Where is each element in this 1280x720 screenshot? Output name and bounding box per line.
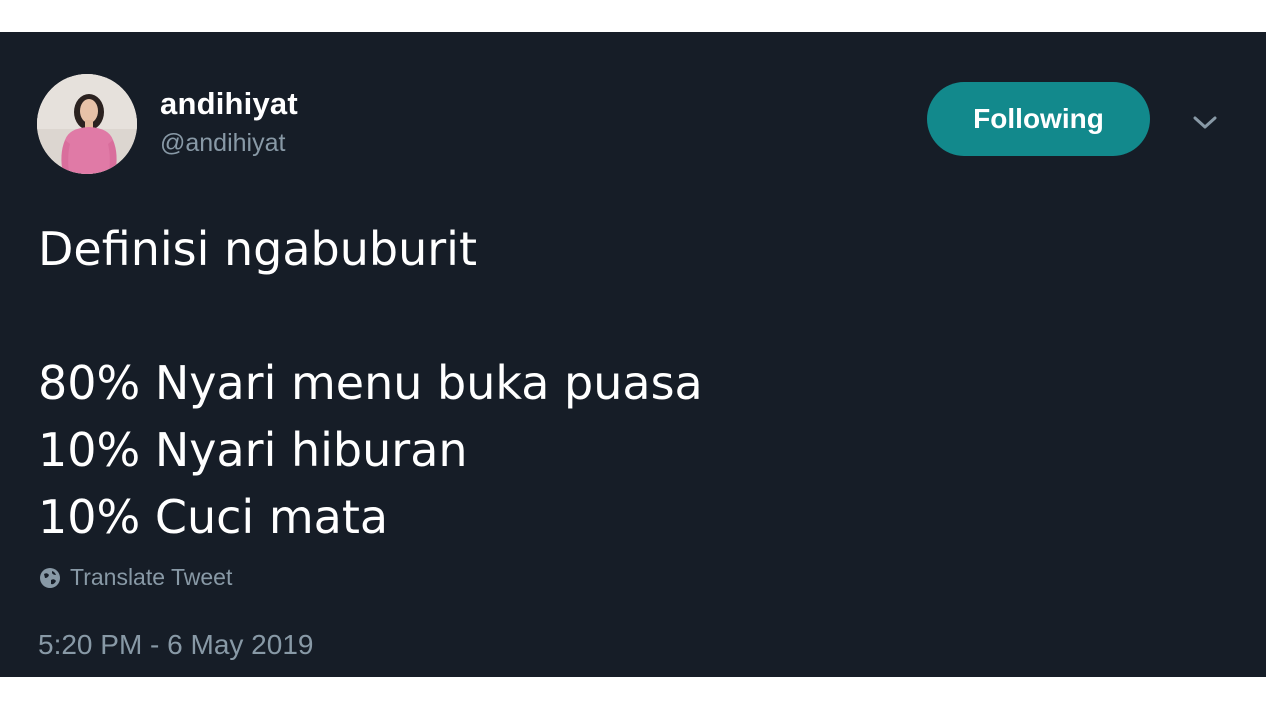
globe-icon bbox=[40, 567, 60, 588]
tweet-line: Definisi ngabuburit bbox=[38, 222, 477, 276]
following-button[interactable]: Following bbox=[927, 82, 1150, 156]
translate-tweet-label[interactable]: Translate Tweet bbox=[70, 564, 232, 591]
tweet-card: andihiyat @andihiyat Following Definisi … bbox=[0, 32, 1266, 677]
chevron-down-icon[interactable] bbox=[1188, 110, 1222, 136]
tweet-timestamp[interactable]: 5:20 PM - 6 May 2019 bbox=[38, 629, 313, 661]
translate-tweet-link[interactable]: Translate Tweet bbox=[38, 564, 232, 591]
tweet-line: 80% Nyari menu buka puasa bbox=[38, 356, 703, 410]
author-handle[interactable]: @andihiyat bbox=[160, 129, 285, 158]
avatar[interactable] bbox=[37, 74, 137, 174]
author-display-name[interactable]: andihiyat bbox=[160, 86, 298, 122]
tweet-line: 10% Nyari hiburan bbox=[38, 423, 468, 477]
tweet-line bbox=[38, 283, 703, 350]
profile-photo-icon bbox=[37, 74, 137, 174]
tweet-text: Definisi ngabuburit 80% Nyari menu buka … bbox=[38, 216, 703, 551]
tweet-line: 10% Cuci mata bbox=[38, 490, 389, 544]
